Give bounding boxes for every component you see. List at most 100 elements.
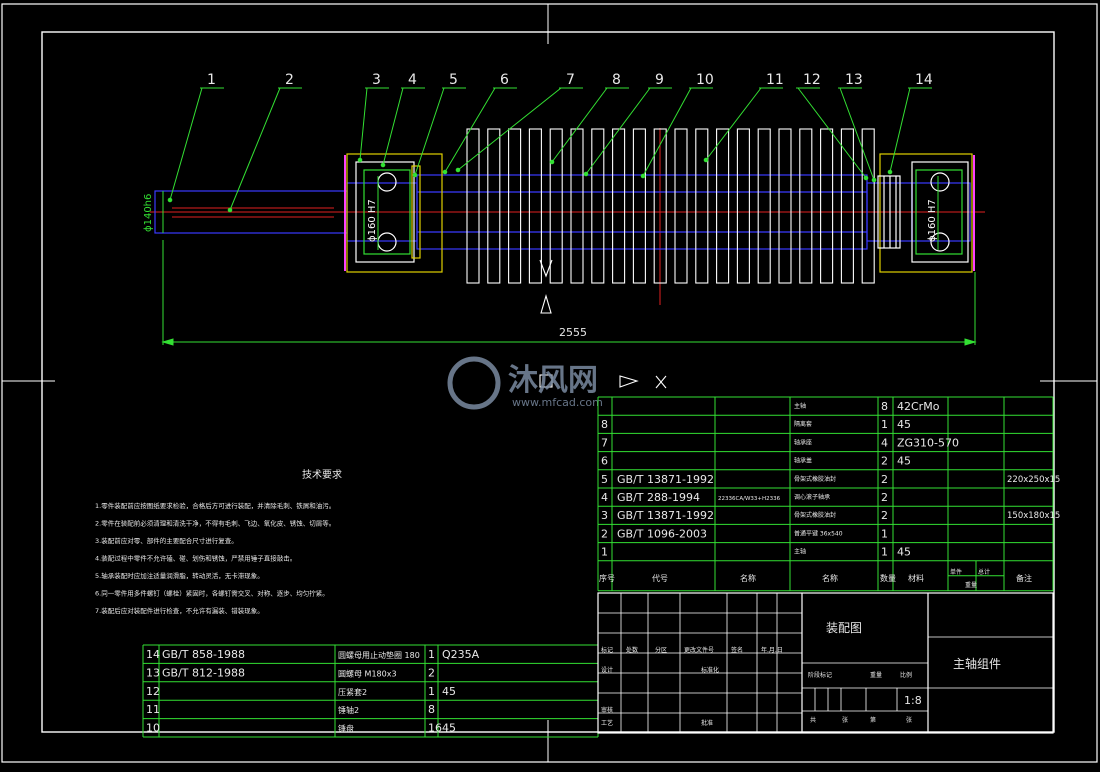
tb-label-approve: 批准 (701, 719, 713, 727)
bom-name: 骨架式橡胶油封 (794, 475, 836, 483)
balloon-number: 11 (766, 72, 784, 88)
hammer-disc (840, 128, 854, 284)
hammer-disc (632, 128, 646, 284)
balloon-number: 13 (845, 72, 863, 88)
bom-header-name: 名称 (740, 573, 756, 583)
bom-material: 45 (897, 418, 911, 431)
bom-lower-material: 45 (442, 685, 456, 698)
bom-material: 45 (897, 546, 911, 559)
bom-header-unit: 单件 (950, 568, 962, 576)
tech-req-item: 2.零件在装配前必须清理和清洗干净，不得有毛刺、飞边、氧化皮、锈蚀、切屑等。 (95, 519, 335, 528)
tech-req-item: 4.装配过程中零件不允许磕、碰、划伤和锈蚀，严禁用锤子直接敲击。 (95, 554, 296, 563)
bom-qty: 2 (881, 473, 888, 486)
hammer-discs (466, 128, 875, 284)
hammer-disc (612, 128, 626, 284)
tech-req-item: 3.装配前应对零、部件的主要配合尺寸进行复查。 (95, 536, 238, 545)
tb-label-sheet: 张 (906, 716, 912, 724)
tech-req-item: 7.装配后应对装配件进行检查，不允许有漏装、错装现象。 (95, 606, 264, 615)
bom-lower-qty: 16 (428, 722, 442, 735)
bom-name: 主轴 (794, 548, 806, 556)
hammer-disc (695, 128, 709, 284)
tech-req-item: 1.零件装配前应按图纸要求检验，合格后方可进行装配，并清除毛刺、铁屑和油污。 (95, 501, 335, 510)
hammer-disc (466, 128, 480, 284)
balloon-number: 14 (915, 72, 933, 88)
tb-label-total: 共 (810, 716, 816, 724)
tech-req-item: 6.同一零件用多件螺钉（螺栓）紧固时，各螺钉需交叉、对称、逐步、均匀拧紧。 (95, 589, 329, 598)
tb-label-mark: 标记 (601, 646, 613, 654)
bom-lower-name: 锤盘 (338, 724, 354, 734)
bom-no: 1 (601, 546, 608, 559)
bom-code: GB/T 1096-2003 (617, 527, 707, 540)
bom-code: GB/T 13871-1992 (617, 473, 714, 486)
bom-code: GB/T 13871-1992 (617, 509, 714, 522)
bom-lower-qty: 1 (428, 685, 435, 698)
watermark: 沐风网 www.mfcad.com (447, 356, 603, 410)
watermark-brand: 沐风网 (508, 363, 598, 398)
bom-lower-material: 45 (442, 722, 456, 735)
bom-lower-qty: 2 (428, 666, 435, 679)
tech-requirements: 1.零件装配前应按图纸要求检验，合格后方可进行装配，并清除毛刺、铁屑和油污。 2.… (95, 501, 335, 615)
hammer-disc (508, 128, 522, 284)
hammer-disc (778, 128, 792, 284)
bom-row4-code: 22336CA/W33+H2336 (718, 496, 781, 502)
tb-label-review: 审核 (601, 706, 613, 714)
bom-header-code: 代号 (652, 573, 668, 583)
bom-name: 主轴 (794, 402, 806, 410)
bom-lower-qty: 8 (428, 703, 435, 716)
balloon-number: 3 (372, 72, 381, 88)
bom-header-no: 序号 (599, 573, 615, 583)
bom-no: 5 (601, 473, 608, 486)
bom-lower-qty: 1 (428, 648, 435, 661)
tb-label-weight: 重量 (870, 671, 882, 679)
bom-lower-no: 10 (146, 722, 160, 735)
tb-label-page: 第 (870, 716, 876, 724)
balloon-number: 9 (655, 72, 664, 88)
tb-scale: 1:8 (904, 694, 922, 707)
title-block: 标记 处数 分区 更改文件号 签名 年.月.日设计 标准化阶段标记 重量 比例审核工艺 批准 共 张 第… (597, 592, 1054, 734)
bom-no: 6 (601, 455, 608, 468)
bom-lower-no: 12 (146, 685, 160, 698)
bom-header-name2: 名称 (822, 573, 838, 583)
tb-label-count: 处数 (626, 646, 638, 654)
bom-lower-no: 13 (146, 666, 160, 679)
bom-lower: 14 GB/T 858-1988 圆螺母用止动垫圈 180 1 Q235A 13 GB/T … (142, 644, 599, 738)
hammer-disc (757, 128, 771, 284)
bom-name: 普通平键 36x540 (794, 529, 843, 537)
bom-qty: 1 (881, 527, 888, 540)
bom-material: 45 (897, 455, 911, 468)
balloon-number: 4 (408, 72, 417, 88)
hammer-disc (820, 128, 834, 284)
tb-part-name: 主轴组件 (953, 656, 1001, 671)
tb-label-sheet: 张 (842, 716, 848, 724)
bearing-right-dim: ϕ160 H7 (927, 199, 938, 242)
tech-req-item: 5.轴承装配时应加注适量润滑脂，转动灵活，无卡滞现象。 (95, 571, 264, 580)
bom-lower-material: Q235A (442, 648, 480, 661)
bom-qty: 2 (881, 509, 888, 522)
tb-label-date: 年.月.日 (761, 646, 783, 654)
tech-req-title: 技术要求 (302, 468, 342, 481)
bom-qty: 4 (881, 436, 888, 449)
hammer-disc (736, 128, 750, 284)
bom-no: 2 (601, 527, 608, 540)
tb-label-zone: 分区 (655, 646, 667, 654)
bom-material: ZG310-570 (897, 436, 959, 449)
tb-label-change_doc: 更改文件号 (684, 646, 714, 654)
tb-label-standardize: 标准化 (701, 666, 719, 674)
bom-lower-no: 11 (146, 703, 160, 716)
right-bearing-housing (877, 153, 975, 273)
hammer-disc (570, 128, 584, 284)
bom-lower-name: 锤轴2 (338, 705, 359, 715)
bom-header-material: 材料 (908, 573, 924, 583)
tb-label-process: 工艺 (601, 719, 613, 727)
balloon-number: 2 (285, 72, 294, 88)
bom-lower-code: GB/T 812-1988 (162, 666, 245, 679)
bom-no: 8 (601, 418, 608, 431)
balloon-number: 1 (207, 72, 216, 88)
bom-lower-name: 圆螺母用止动垫圈 180 (338, 650, 420, 660)
bom-lower-code: GB/T 858-1988 (162, 648, 245, 661)
hammer-disc (487, 128, 501, 284)
balloon-number: 8 (612, 72, 621, 88)
bom-qty: 2 (881, 455, 888, 468)
bom-qty: 2 (881, 491, 888, 504)
bom-qty: 1 (881, 418, 888, 431)
